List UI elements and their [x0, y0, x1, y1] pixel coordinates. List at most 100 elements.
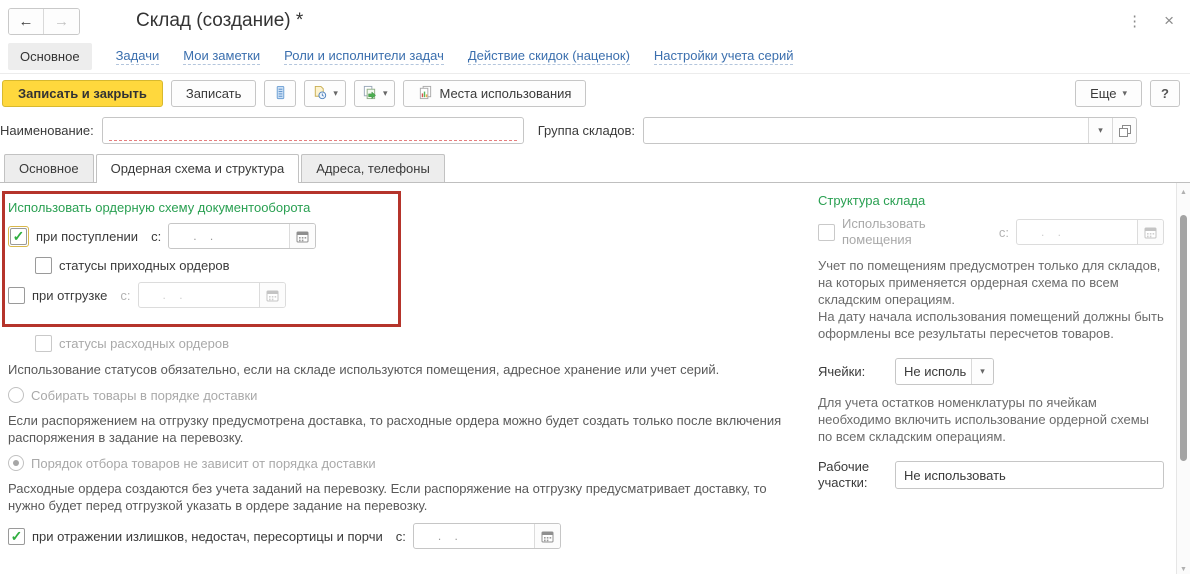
nav-links-row: Основное Задачи Мои заметки Роли и испол…	[0, 40, 1190, 74]
structure-title: Структура склада	[818, 193, 1164, 208]
scroll-up-arrow-icon[interactable]: ▲	[1177, 189, 1190, 196]
receipt-from-label: с:	[151, 229, 161, 244]
nav-link-roles[interactable]: Роли и исполнители задач	[284, 48, 444, 65]
selection-order-radio-label: Порядок отбора товаров не зависит от пор…	[31, 456, 376, 471]
statuses-note: Использование статусов обязательно, если…	[8, 361, 786, 378]
title-bar-actions: ⋮ ×	[1127, 11, 1180, 31]
help-button[interactable]: ?	[1150, 80, 1180, 107]
nav-link-tasks[interactable]: Задачи	[116, 48, 160, 65]
receipt-date-field[interactable]: . .	[168, 223, 316, 249]
calendar-icon	[259, 283, 285, 307]
warehouse-group-value	[644, 118, 1088, 143]
selection-order-radio	[8, 455, 24, 471]
shipment-label: при отгрузке	[32, 288, 107, 303]
chevron-down-icon: ▾	[1123, 89, 1128, 98]
usage-places-icon	[418, 85, 433, 103]
warehouse-group-combo[interactable]: ▾	[643, 117, 1137, 144]
page-title: Склад (создание) *	[136, 10, 303, 32]
delivery-order-radio	[8, 387, 24, 403]
shipment-date-field: . .	[138, 282, 286, 308]
nav-link-my-notes[interactable]: Мои заметки	[183, 48, 260, 65]
cells-row: Ячейки: Не исполь ▾	[818, 358, 1164, 385]
open-in-window-icon	[1119, 125, 1131, 137]
shipment-statuses-row: статусы расходных ордеров	[35, 335, 790, 352]
warehouse-group-dropdown-button[interactable]: ▾	[1088, 118, 1112, 143]
chevron-down-icon: ▾	[980, 367, 985, 376]
list-button[interactable]	[264, 80, 296, 107]
work-areas-label: Рабочие участки:	[818, 459, 888, 491]
chevron-down-icon: ▾	[383, 89, 388, 98]
premises-row: Использовать помещения с: . .	[818, 216, 1164, 248]
vertical-scrollbar[interactable]: ▲ ▼	[1176, 183, 1190, 574]
chevron-down-icon: ▾	[333, 89, 338, 98]
more-menu-icon[interactable]: ⋮	[1127, 12, 1142, 30]
scrollbar-thumb[interactable]	[1180, 215, 1187, 461]
premises-from-label: с:	[999, 225, 1009, 240]
name-input[interactable]	[102, 117, 524, 144]
warehouse-structure-section: Структура склада Использовать помещения …	[818, 189, 1164, 557]
back-arrow-icon: ←	[19, 13, 34, 30]
form-tabs: Основное Ордерная схема и структура Адре…	[0, 152, 1190, 182]
close-icon[interactable]: ×	[1164, 11, 1174, 31]
surplus-date-field[interactable]: . .	[413, 523, 561, 549]
work-areas-value: Не использовать	[904, 468, 1006, 483]
group-field-label: Группа складов:	[538, 123, 635, 138]
premises-date-value: . .	[1017, 220, 1137, 244]
selection-order-radio-row: Порядок отбора товаров не зависит от пор…	[8, 455, 790, 471]
copy-button[interactable]: ▾	[354, 80, 396, 107]
order-scheme-title: Использовать ордерную схему документообо…	[8, 200, 390, 215]
nav-item-main[interactable]: Основное	[8, 43, 92, 70]
forward-button[interactable]: →	[44, 9, 79, 34]
receipt-checkbox[interactable]: ✓	[10, 228, 27, 245]
work-areas-row: Рабочие участки: Не использовать	[818, 459, 1164, 491]
name-field-label: Наименование:	[0, 123, 94, 138]
usage-places-label: Места использования	[439, 86, 571, 101]
delivery-note: Если распоряжением на отгрузку предусмот…	[8, 412, 786, 446]
warehouse-group-open-button[interactable]	[1112, 118, 1136, 143]
toolbar: Записать и закрыть Записать ▾ ▾ Места ис…	[0, 74, 1190, 113]
copy-pages-icon	[362, 85, 377, 103]
nav-link-discounts[interactable]: Действие скидок (наценок)	[468, 48, 630, 65]
more-button[interactable]: Еще ▾	[1075, 80, 1142, 107]
work-areas-field[interactable]: Не использовать	[895, 461, 1164, 489]
back-button[interactable]: ←	[9, 9, 44, 34]
cells-dropdown-button[interactable]: ▾	[971, 359, 993, 384]
cells-combo[interactable]: Не исполь ▾	[895, 358, 994, 385]
selection-note: Расходные ордера создаются без учета зад…	[8, 480, 786, 514]
header-fields-row: Наименование: Группа складов: ▾	[0, 113, 1190, 152]
cells-value: Не исполь	[896, 359, 971, 384]
shipment-from-label: с:	[120, 288, 130, 303]
warehouse-create-window: ← → Склад (создание) * ⋮ × Основное Зада…	[0, 0, 1190, 574]
surplus-checkbox[interactable]: ✓	[8, 528, 25, 545]
scroll-down-arrow-icon[interactable]: ▼	[1177, 566, 1190, 573]
delivery-order-radio-label: Собирать товары в порядке доставки	[31, 388, 257, 403]
chevron-down-icon: ▾	[1098, 126, 1103, 135]
order-scheme-section: Использовать ордерную схему документообо…	[8, 189, 790, 557]
receipt-statuses-checkbox[interactable]	[35, 257, 52, 274]
calendar-icon[interactable]	[534, 524, 560, 548]
premises-label: Использовать помещения	[842, 216, 986, 248]
tab-order-scheme[interactable]: Ордерная схема и структура	[96, 154, 300, 183]
tab-content-panel: Использовать ордерную схему документообо…	[0, 182, 1190, 574]
nav-link-series-settings[interactable]: Настройки учета серий	[654, 48, 794, 65]
save-and-close-button[interactable]: Записать и закрыть	[2, 80, 163, 107]
shipment-checkbox[interactable]	[8, 287, 25, 304]
delivery-order-radio-row: Собирать товары в порядке доставки	[8, 387, 790, 403]
save-button[interactable]: Записать	[171, 80, 257, 107]
shipment-statuses-checkbox	[35, 335, 52, 352]
tab-main[interactable]: Основное	[4, 154, 94, 182]
premises-date-field: . .	[1016, 219, 1164, 245]
content-columns: Использовать ордерную схему документообо…	[0, 183, 1190, 557]
surplus-date-value: . .	[414, 524, 534, 548]
shipment-statuses-label: статусы расходных ордеров	[59, 336, 229, 351]
surplus-from-label: с:	[396, 529, 406, 544]
tab-addresses[interactable]: Адреса, телефоны	[301, 154, 445, 182]
annotation-box: Использовать ордерную схему документообо…	[2, 191, 401, 327]
usage-places-button[interactable]: Места использования	[403, 80, 586, 107]
receipt-label: при поступлении	[36, 229, 138, 244]
cells-note: Для учета остатков номенклатуры по ячейк…	[818, 394, 1164, 445]
receipt-date-value: . .	[169, 224, 289, 248]
calendar-icon[interactable]	[289, 224, 315, 248]
more-button-label: Еще	[1090, 86, 1116, 101]
history-button[interactable]: ▾	[304, 80, 346, 107]
